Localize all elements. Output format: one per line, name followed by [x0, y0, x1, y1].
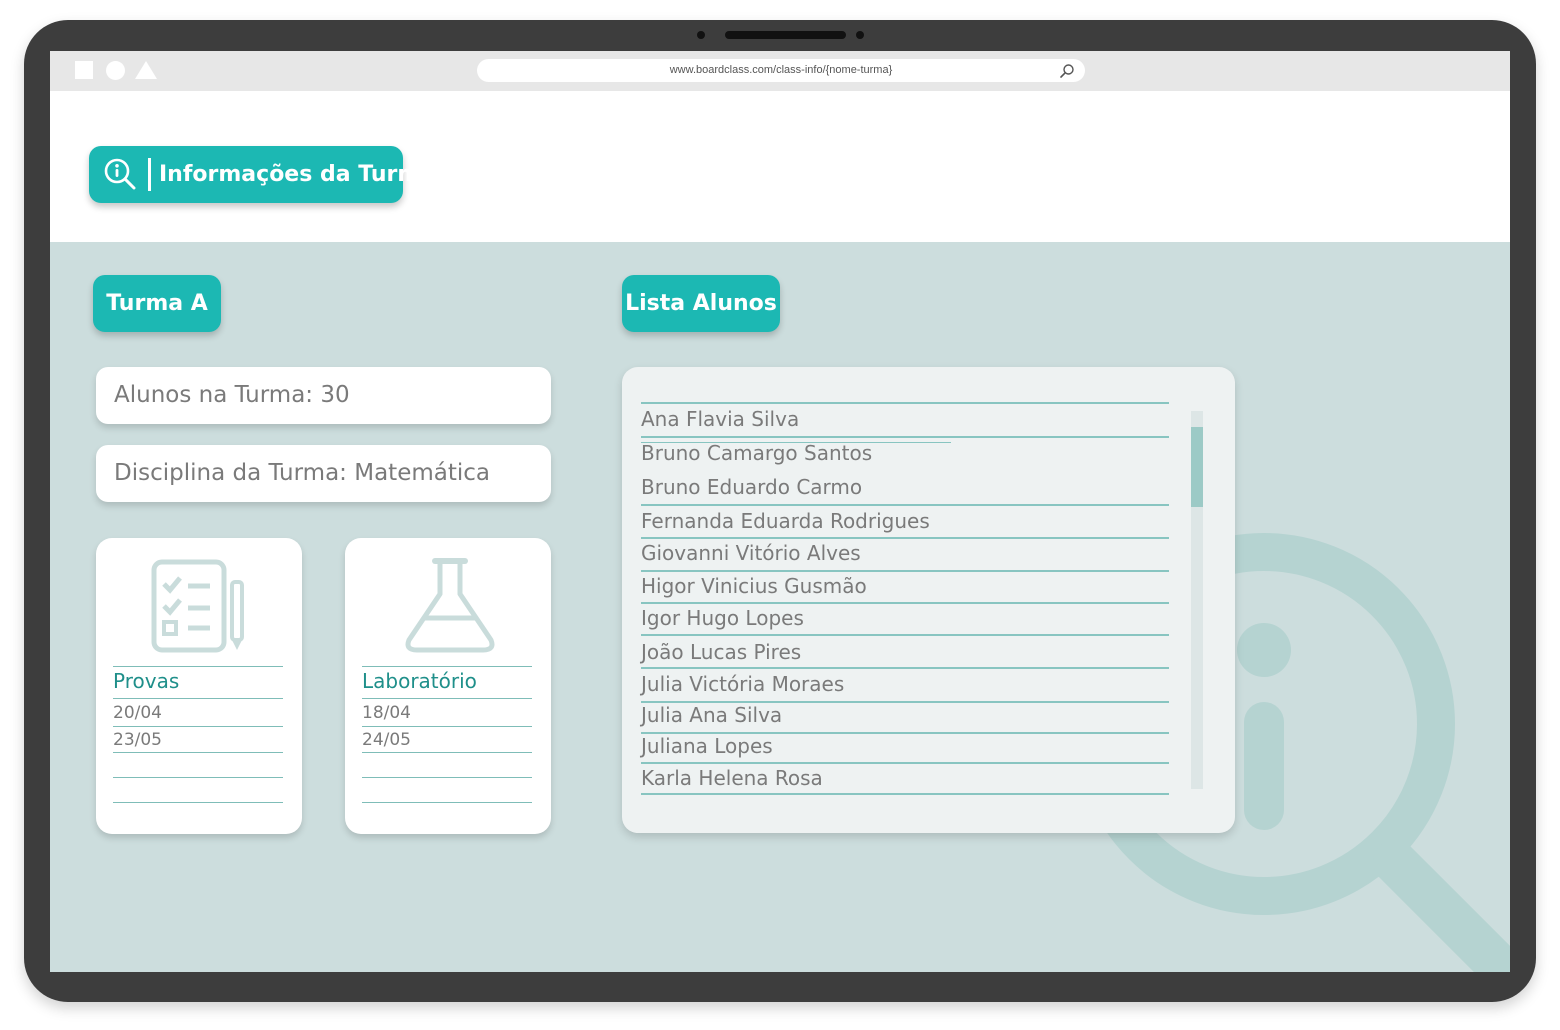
camera-dot	[697, 31, 705, 39]
scrollbar-thumb[interactable]	[1191, 427, 1203, 507]
lab-date: 24/05	[362, 730, 411, 750]
card-divider	[362, 802, 532, 803]
list-item[interactable]: Juliana Lopes	[641, 734, 773, 758]
card-divider	[113, 752, 283, 753]
list-item[interactable]: Karla Helena Rosa	[641, 766, 823, 790]
list-item[interactable]: Bruno Camargo Santos	[641, 441, 872, 465]
list-item[interactable]: Giovanni Vitório Alves	[641, 541, 861, 565]
subject-field: Disciplina da Turma: Matemática	[96, 445, 551, 502]
page-title-badge: Informações da Turma	[89, 146, 435, 203]
class-name-badge: Turma A	[93, 275, 221, 332]
list-item[interactable]: Ana Flavia Silva	[641, 407, 799, 431]
card-divider	[113, 802, 283, 803]
speaker-grille	[725, 31, 846, 39]
card-divider	[362, 752, 532, 753]
window-square-icon[interactable]	[75, 61, 93, 79]
list-item[interactable]: Julia Victória Moraes	[641, 672, 844, 696]
screen: www.boardclass.com/class-info/{nome-turm…	[50, 51, 1510, 972]
class-info-panel: Turma A Lista Alunos Alunos na Turma: 30…	[50, 242, 1510, 972]
address-bar[interactable]: www.boardclass.com/class-info/{nome-turm…	[477, 59, 1085, 82]
title-separator	[148, 158, 151, 191]
exam-date: 20/04	[113, 703, 162, 723]
list-item[interactable]: João Lucas Pires	[641, 640, 801, 664]
card-divider	[113, 777, 283, 778]
list-divider	[641, 793, 1169, 795]
exam-date: 23/05	[113, 730, 162, 750]
card-divider	[113, 666, 283, 667]
window-circle-icon[interactable]	[106, 61, 125, 80]
test-clipboard-icon	[151, 559, 244, 653]
url-text: www.boardclass.com/class-info/{nome-turm…	[669, 64, 893, 76]
list-divider	[641, 537, 1169, 539]
list-item[interactable]: Julia Ana Silva	[641, 703, 782, 727]
student-list[interactable]: Ana Flavia Silva Bruno Camargo Santos Br…	[622, 367, 1235, 833]
search-icon[interactable]	[1059, 63, 1075, 79]
card-divider	[113, 698, 283, 699]
page-title: Informações da Turma	[159, 162, 436, 187]
list-divider	[641, 402, 1169, 404]
card-divider	[362, 726, 532, 727]
card-divider	[362, 777, 532, 778]
card-divider	[362, 698, 532, 699]
list-divider	[641, 504, 1169, 506]
sensor-dot	[856, 31, 864, 39]
browser-toolbar: www.boardclass.com/class-info/{nome-turm…	[50, 51, 1510, 91]
window-triangle-icon[interactable]	[135, 61, 157, 79]
list-item[interactable]: Igor Hugo Lopes	[641, 606, 804, 630]
list-divider	[641, 634, 1169, 636]
list-divider	[641, 602, 1169, 604]
info-search-icon	[104, 158, 136, 190]
exams-card[interactable]: Provas 20/04 23/05	[96, 538, 302, 834]
list-divider	[641, 762, 1169, 764]
list-item[interactable]: Higor Vinicius Gusmão	[641, 574, 867, 598]
lab-title: Laboratório	[362, 669, 477, 693]
lab-card[interactable]: Laboratório 18/04 24/05	[345, 538, 551, 834]
list-divider	[641, 570, 1169, 572]
list-item[interactable]: Fernanda Eduarda Rodrigues	[641, 509, 930, 533]
list-item[interactable]: Bruno Eduardo Carmo	[641, 475, 862, 499]
exams-title: Provas	[113, 669, 180, 693]
lab-date: 18/04	[362, 703, 411, 723]
student-list-title: Lista Alunos	[622, 275, 780, 332]
page-header: Informações da Turma	[50, 91, 1510, 242]
students-count-field: Alunos na Turma: 30	[96, 367, 551, 424]
flask-icon	[405, 558, 495, 653]
card-divider	[362, 666, 532, 667]
list-divider	[641, 667, 1169, 669]
list-divider	[641, 436, 1169, 438]
card-divider	[113, 726, 283, 727]
